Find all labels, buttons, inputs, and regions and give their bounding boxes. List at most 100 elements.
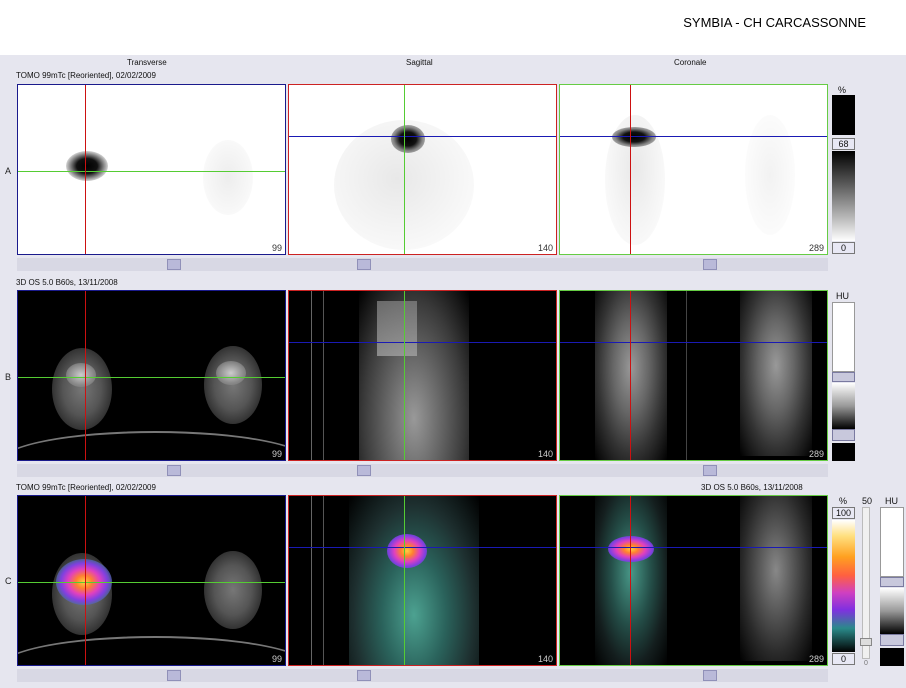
fusion-uptake-hotspot (608, 536, 654, 562)
slice-number: 140 (537, 243, 553, 253)
fusion-uptake-hotspot (387, 534, 427, 568)
colorbar-a-value: 68 (838, 139, 849, 149)
viewport-c-sagittal[interactable]: 140 (288, 495, 557, 666)
colorbar-b-window-handle[interactable] (832, 372, 855, 382)
crosshair-vertical[interactable] (630, 85, 631, 254)
left-ankle-ct-section (204, 551, 262, 629)
colorbar-c-min-box[interactable]: 0 (832, 653, 855, 665)
opacity-slider-top-value: 50 (862, 496, 873, 506)
colorbar-c-max-box[interactable]: 100 (832, 507, 855, 519)
colorbar-c-hu-top[interactable] (880, 507, 904, 577)
right-ankle-ct-section (52, 348, 112, 430)
foot-sagittal-fusion (349, 496, 479, 665)
crosshair-horizontal[interactable] (18, 377, 285, 378)
colorbar-b-top[interactable] (832, 302, 855, 372)
uptake-hotspot (391, 125, 425, 153)
slice-number: 289 (808, 449, 824, 459)
crosshair-horizontal[interactable] (560, 342, 827, 343)
colorbar-c-gradient[interactable] (832, 520, 855, 652)
colorbar-c-min: 0 (840, 654, 846, 664)
top-bar: SYMBIA - CH CARCASSONNE (0, 0, 906, 55)
slice-scrollbar-row-b[interactable] (17, 464, 828, 477)
viewport-b-coronal[interactable]: 289 (559, 290, 828, 461)
scanner-table (18, 636, 285, 665)
table-edge (686, 291, 687, 460)
crosshair-horizontal[interactable] (289, 547, 556, 548)
slice-number: 99 (271, 243, 282, 253)
scroll-thumb-sagittal[interactable] (357, 670, 371, 681)
crosshair-vertical[interactable] (85, 85, 86, 254)
scroll-thumb-transverse[interactable] (167, 465, 181, 476)
row-label-c: C (5, 576, 12, 586)
colorbar-a-min: 0 (840, 243, 846, 253)
slice-number: 140 (537, 654, 553, 664)
crosshair-vertical[interactable] (404, 496, 405, 665)
crosshair-vertical[interactable] (85, 291, 86, 460)
right-ankle-coronal-section (595, 291, 667, 460)
contralateral-foot-shadow (203, 140, 253, 215)
scroll-thumb-coronal[interactable] (703, 259, 717, 270)
table-edge (323, 291, 324, 460)
colorbar-c-hu-level-handle[interactable] (880, 634, 904, 646)
colorbar-a-min-box[interactable]: 0 (832, 242, 855, 254)
viewport-a-transverse[interactable]: 99 (17, 84, 286, 255)
crosshair-horizontal[interactable] (289, 136, 556, 137)
colorbar-a-window-box[interactable]: 68 (832, 138, 855, 150)
opacity-slider-bottom-value: 0 (864, 660, 868, 667)
series-label-row-c-left: TOMO 99mTc [Reoriented], 02/02/2009 (16, 483, 156, 492)
crosshair-horizontal[interactable] (18, 171, 285, 172)
colorbar-a-top[interactable] (832, 95, 855, 135)
colorbar-c-hu-window-handle[interactable] (880, 577, 904, 587)
fusion-blend-slider[interactable] (860, 507, 872, 659)
crosshair-vertical[interactable] (630, 291, 631, 460)
column-header-coronal: Coronale (674, 58, 707, 67)
viewport-a-sagittal[interactable]: 140 (288, 84, 557, 255)
tibia-bone (377, 301, 417, 356)
colorbar-a-gradient[interactable] (832, 151, 855, 241)
colorbar-b-bottom[interactable] (832, 443, 855, 461)
contralateral-foot-shadow (745, 115, 795, 235)
slice-number: 140 (537, 449, 553, 459)
colorbar-c-hu-bottom[interactable] (880, 648, 904, 666)
scroll-thumb-coronal[interactable] (703, 670, 717, 681)
scanner-table (18, 431, 285, 460)
scroll-thumb-transverse[interactable] (167, 259, 181, 270)
colorbar-c-hu-gradient[interactable] (880, 588, 904, 634)
series-label-row-b: 3D OS 5.0 B60s, 13/11/2008 (16, 278, 118, 287)
viewport-a-coronal[interactable]: 289 (559, 84, 828, 255)
uptake-hotspot (66, 151, 108, 181)
left-ankle-coronal-section (740, 291, 812, 456)
viewport-c-coronal[interactable]: 289 (559, 495, 828, 666)
colorbar-c-unit-hu: HU (885, 496, 898, 506)
scroll-thumb-sagittal[interactable] (357, 465, 371, 476)
fusion-blend-slider-knob[interactable] (860, 638, 872, 646)
crosshair-horizontal[interactable] (560, 136, 827, 137)
colorbar-b-level-handle[interactable] (832, 429, 855, 441)
series-label-row-a: TOMO 99mTc [Reoriented], 02/02/2009 (16, 71, 156, 80)
scroll-thumb-coronal[interactable] (703, 465, 717, 476)
slice-number: 289 (808, 243, 824, 253)
slice-number: 289 (808, 654, 824, 664)
column-header-transverse: Transverse (127, 58, 167, 67)
crosshair-horizontal[interactable] (18, 582, 285, 583)
left-ankle-ct-section (204, 346, 262, 424)
table-edge (311, 496, 312, 665)
crosshair-vertical[interactable] (404, 85, 405, 254)
colorbar-b-gradient[interactable] (832, 383, 855, 429)
scroll-thumb-sagittal[interactable] (357, 259, 371, 270)
viewport-c-transverse[interactable]: 99 (17, 495, 286, 666)
column-header-sagittal: Sagittal (406, 58, 433, 67)
viewport-b-transverse[interactable]: 99 (17, 290, 286, 461)
viewport-b-sagittal[interactable]: 140 (288, 290, 557, 461)
scroll-thumb-transverse[interactable] (167, 670, 181, 681)
uptake-hotspot (612, 127, 656, 147)
slice-scrollbar-row-c[interactable] (17, 669, 828, 682)
slice-scrollbar-row-a[interactable] (17, 258, 828, 271)
crosshair-horizontal[interactable] (289, 342, 556, 343)
crosshair-horizontal[interactable] (560, 547, 827, 548)
row-label-a: A (5, 166, 12, 176)
crosshair-vertical[interactable] (85, 496, 86, 665)
crosshair-vertical[interactable] (404, 291, 405, 460)
crosshair-vertical[interactable] (630, 496, 631, 665)
colorbar-c-unit-percent: % (839, 496, 848, 506)
